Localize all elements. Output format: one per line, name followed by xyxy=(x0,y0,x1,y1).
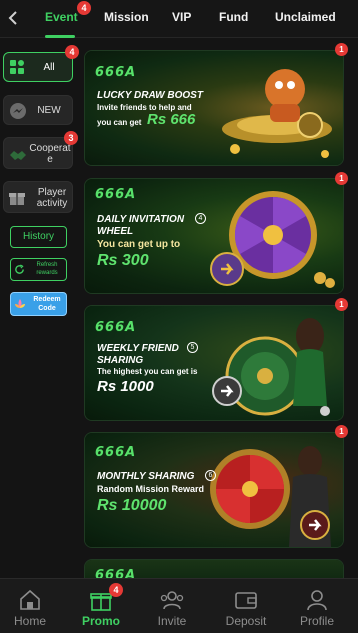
banner-1-amount: Rs 666 xyxy=(147,111,196,128)
nav-home[interactable]: Home xyxy=(0,579,60,633)
home-icon xyxy=(20,589,40,610)
sidebar-item-new[interactable]: NEW xyxy=(3,95,73,125)
roulette-illustration xyxy=(212,318,330,416)
banner-3-badge: 1 xyxy=(335,298,348,311)
tab-event[interactable]: Event xyxy=(45,10,78,24)
top-tab-bar: Event 4 Mission VIP Fund Unclaimed xyxy=(0,0,358,38)
banner-4-title1: MONTHLY SHARING xyxy=(97,471,195,482)
grid-icon xyxy=(10,60,24,74)
wallet-icon xyxy=(235,592,257,609)
back-arrow-icon[interactable] xyxy=(4,8,24,28)
sidebar-item-cooperate-label-1: Cooperat xyxy=(29,143,71,154)
banner-4-sub1: Random Mission Reward xyxy=(97,484,205,494)
brand-logo: 666A xyxy=(95,65,137,80)
banner-2-sub1: You can get up to xyxy=(97,239,181,250)
brand-logo: 666A xyxy=(95,187,137,202)
promo-banner-daily-wheel[interactable]: 666A DAILY INVITATION 4 WHEEL You can ge… xyxy=(84,178,344,294)
sidebar-item-all-label: All xyxy=(43,62,55,73)
promo-banner-weekly-sharing[interactable]: 666A WEEKLY FRIEND 5 SHARING The highest… xyxy=(84,305,344,421)
banner-2-title2: WHEEL xyxy=(97,226,134,237)
red-wheel-illustration xyxy=(210,446,331,547)
nav-promo-label: Promo xyxy=(81,614,120,628)
banner-4-badge: 1 xyxy=(335,425,348,438)
nav-deposit[interactable]: Deposit xyxy=(216,579,276,633)
banner-1-title: LUCKY DRAW BOOST xyxy=(97,90,203,101)
tab-unclaimed[interactable]: Unclaimed xyxy=(275,10,336,24)
person-icon xyxy=(307,590,327,611)
banner-3-amount: Rs 1000 xyxy=(97,378,154,395)
active-tab-indicator xyxy=(45,35,75,38)
tab-fund[interactable]: Fund xyxy=(219,10,248,24)
brand-logo: 666A xyxy=(95,320,137,335)
promo-banner-monthly-sharing[interactable]: 666A MONTHLY SHARING 6 Random Mission Re… xyxy=(84,432,344,548)
sidebar-item-cooperate-label-2: e xyxy=(47,154,53,165)
history-button[interactable]: History xyxy=(10,226,67,248)
tab-event-badge: 4 xyxy=(77,1,91,15)
messenger-icon xyxy=(10,103,26,119)
banner-2-badge: 1 xyxy=(335,172,348,185)
banner-1-sub2: you can get xyxy=(97,118,142,127)
refresh-icon xyxy=(15,264,24,274)
brand-logo: 666A xyxy=(95,445,137,460)
redeem-code-button[interactable]: Redeem Code xyxy=(10,292,67,316)
gift-box-icon xyxy=(9,193,25,205)
sidebar-item-player-label-1: Player xyxy=(37,187,67,198)
nav-invite[interactable]: Invite xyxy=(142,579,202,633)
users-icon xyxy=(160,591,184,610)
redeem-label-2: Code xyxy=(38,305,56,312)
banner-1-badge: 1 xyxy=(335,43,348,56)
plane-illustration xyxy=(222,69,332,158)
banner-2-title1: DAILY INVITATION xyxy=(97,214,185,225)
lotus-icon xyxy=(15,299,25,308)
handshake-icon xyxy=(10,151,26,160)
sidebar-item-player-label-2: activity xyxy=(36,198,68,209)
banner-3-title1: WEEKLY FRIEND xyxy=(97,343,179,354)
sidebar-item-cooperate[interactable]: Cooperat e xyxy=(3,137,73,169)
sidebar-item-new-label: NEW xyxy=(37,105,61,116)
nav-promo-badge: 4 xyxy=(109,583,123,597)
redeem-label-1: Redeem xyxy=(33,296,61,303)
nav-profile-label: Profile xyxy=(299,614,334,628)
sidebar-item-all[interactable]: All xyxy=(3,52,73,82)
banner-3-marker: 5 xyxy=(187,342,198,353)
sidebar-cooperate-badge: 3 xyxy=(64,131,78,145)
banner-2-marker: 4 xyxy=(195,213,206,224)
banner-2-amount: Rs 300 xyxy=(97,252,149,269)
sidebar-all-badge: 4 xyxy=(65,45,79,59)
bottom-navigation: Home Promo 4 Invite Deposit Profile xyxy=(0,578,358,633)
refresh-label-2: rewards xyxy=(36,270,58,276)
nav-home-label: Home xyxy=(13,614,46,628)
wheel-illustration xyxy=(210,191,335,288)
banner-3-title2: SHARING xyxy=(97,355,144,366)
nav-profile[interactable]: Profile xyxy=(287,579,347,633)
promo-banner-lucky-draw[interactable]: 666A LUCKY DRAW BOOST Invite friends to … xyxy=(84,50,344,166)
banner-4-amount: Rs 10000 xyxy=(97,497,167,514)
nav-deposit-label: Deposit xyxy=(225,614,267,628)
tab-mission[interactable]: Mission xyxy=(104,10,149,24)
refresh-rewards-button[interactable]: Refresh rewards xyxy=(10,258,67,281)
sidebar-item-player-activity[interactable]: Player activity xyxy=(3,181,73,213)
tab-vip[interactable]: VIP xyxy=(172,10,191,24)
refresh-label-1: Refresh xyxy=(36,262,58,268)
banner-4-marker: 6 xyxy=(205,470,216,481)
nav-invite-label: Invite xyxy=(157,614,187,628)
banner-3-sub1: The highest you can get is xyxy=(97,367,198,376)
